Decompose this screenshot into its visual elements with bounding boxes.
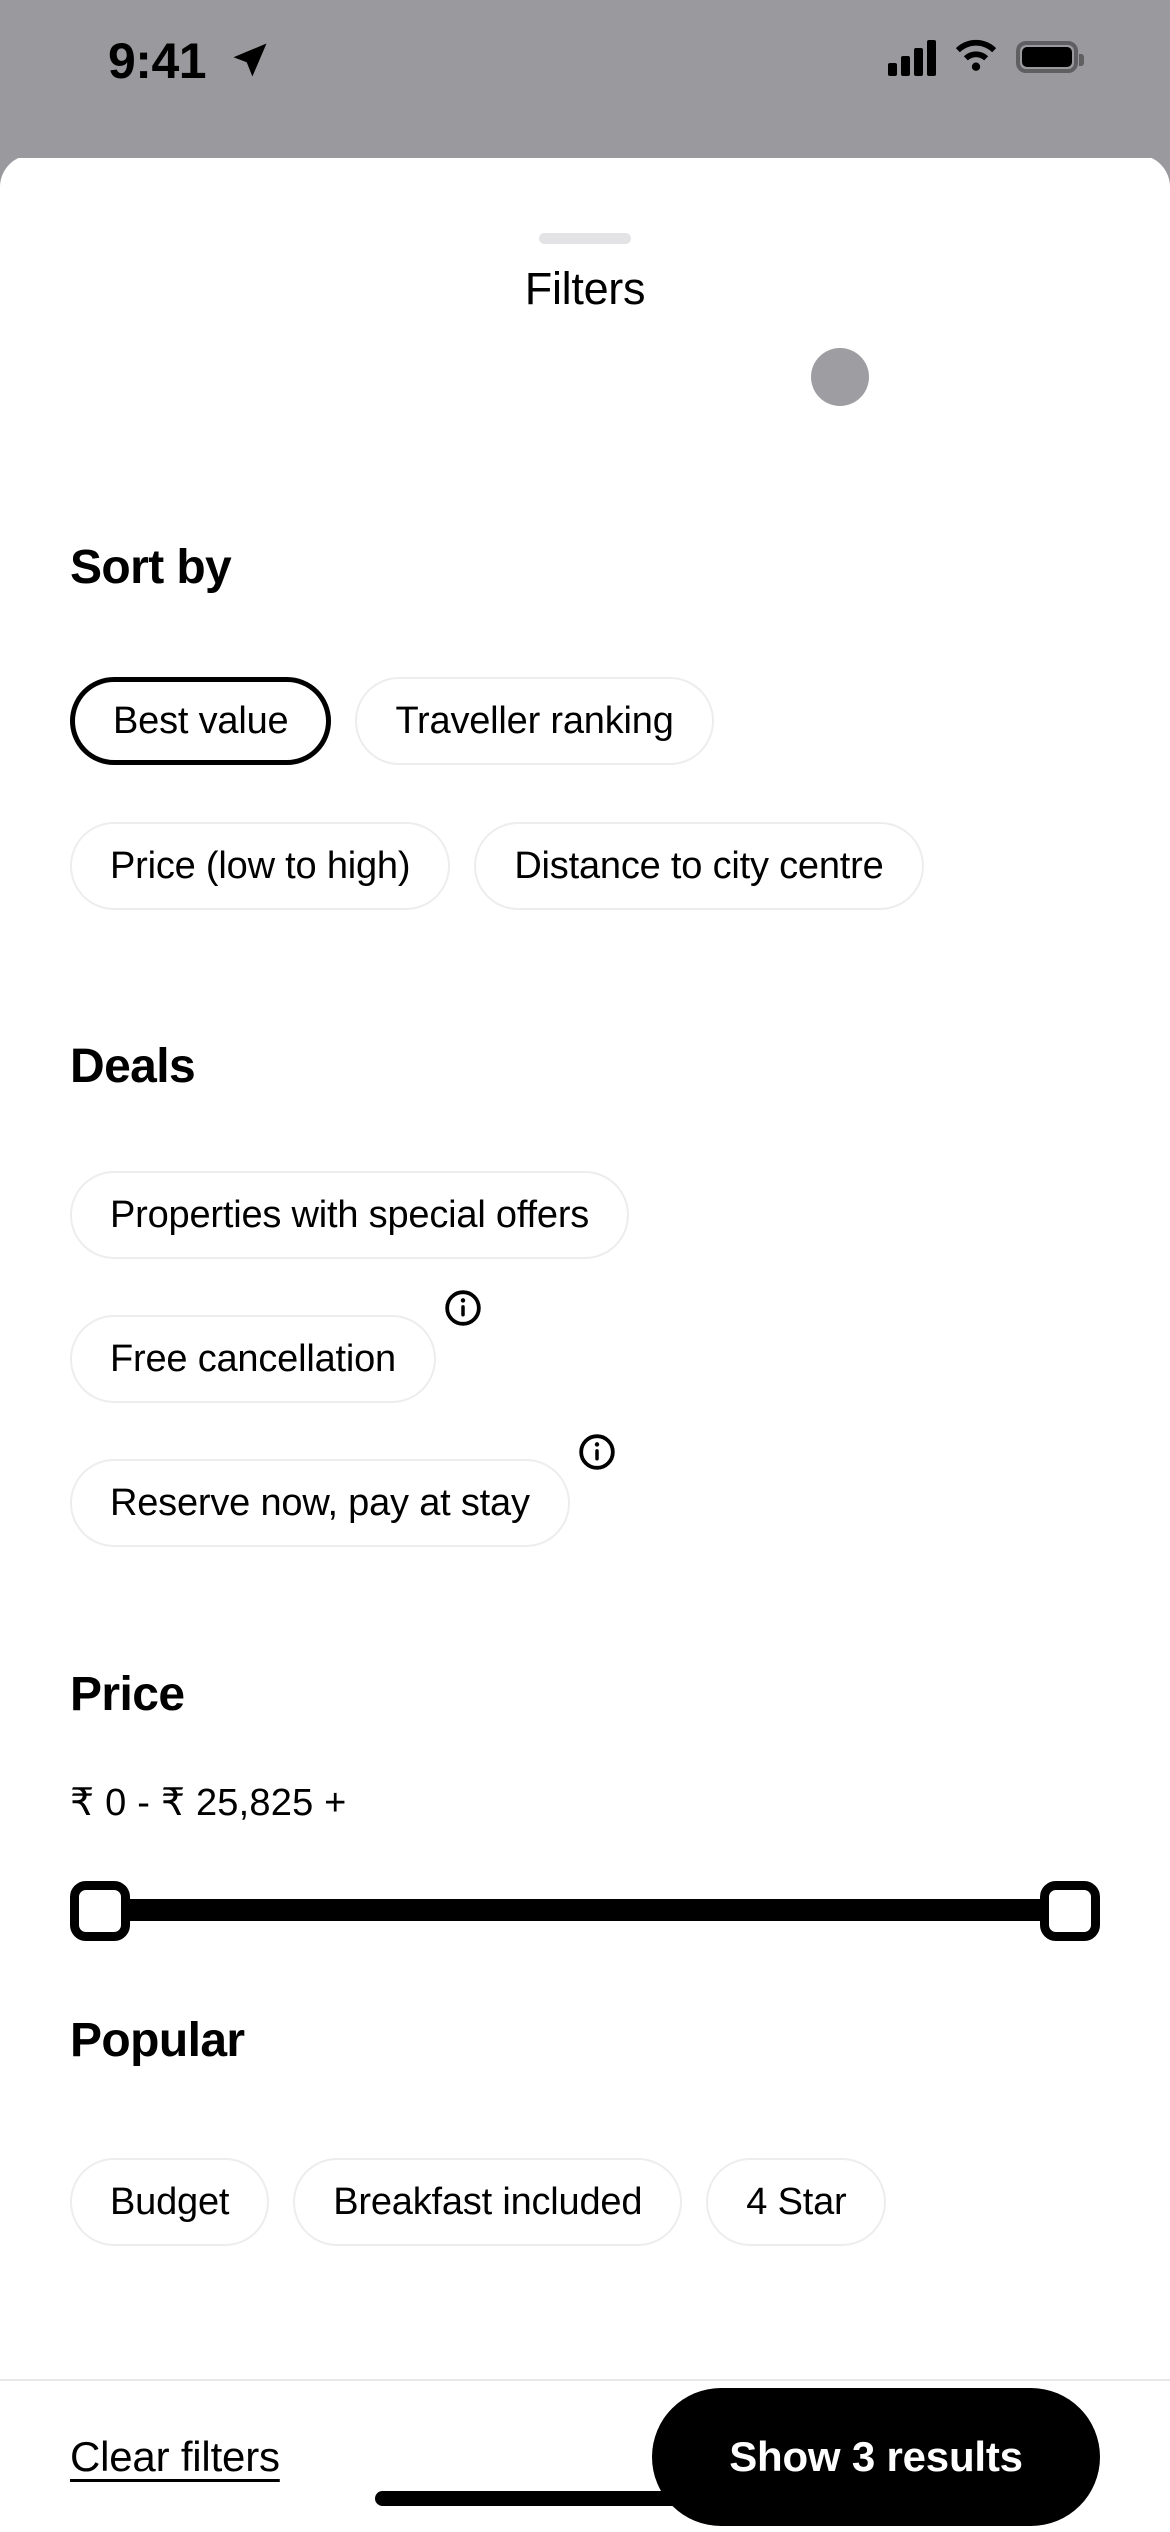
home-indicator[interactable] bbox=[375, 2491, 795, 2506]
info-icon[interactable] bbox=[578, 1433, 616, 1471]
deal-chip-properties-with-special-offers[interactable]: Properties with special offers bbox=[70, 1171, 630, 1259]
touch-indicator bbox=[811, 348, 869, 406]
deals-heading: Deals bbox=[70, 1040, 196, 1093]
status-bar: 9:41 bbox=[0, 0, 1170, 158]
sort-by-chip-row-1: Best value Traveller ranking bbox=[70, 677, 714, 765]
sort-by-chip-row-2: Price (low to high) Distance to city cen… bbox=[70, 822, 924, 910]
sort-chip-best-value[interactable]: Best value bbox=[70, 677, 332, 765]
clear-filters-link[interactable]: Clear filters bbox=[70, 2433, 280, 2481]
deal-chip-wrap-free-cancellation: Free cancellation bbox=[70, 1290, 481, 1403]
popular-chip-row: Budget Breakfast included 4 Star bbox=[70, 2158, 887, 2246]
deals-chip-row-1: Properties with special offers bbox=[70, 1171, 630, 1259]
sort-chip-traveller-ranking[interactable]: Traveller ranking bbox=[355, 677, 714, 765]
price-slider-track bbox=[104, 1899, 1066, 1921]
sort-chip-price-low-to-high[interactable]: Price (low to high) bbox=[70, 822, 451, 910]
battery-icon bbox=[1016, 41, 1084, 73]
popular-heading: Popular bbox=[70, 2014, 245, 2067]
price-slider-min-handle[interactable] bbox=[70, 1881, 130, 1941]
status-bar-icons bbox=[888, 38, 1084, 76]
price-slider-max-handle[interactable] bbox=[1040, 1881, 1100, 1941]
popular-chip-breakfast-included[interactable]: Breakfast included bbox=[293, 2158, 683, 2246]
sort-chip-distance-to-city-centre[interactable]: Distance to city centre bbox=[474, 822, 924, 910]
popular-chip-budget[interactable]: Budget bbox=[70, 2158, 270, 2246]
cellular-signal-icon bbox=[888, 38, 936, 76]
location-arrow-icon bbox=[233, 43, 267, 77]
info-icon[interactable] bbox=[444, 1289, 482, 1327]
price-range-label: ₹ 0 - ₹ 25,825 + bbox=[70, 1782, 347, 1824]
footer-action-bar: Clear filters Show 3 results bbox=[0, 2381, 1170, 2532]
deal-chip-wrap-reserve-now-pay-at-stay: Reserve now, pay at stay bbox=[70, 1434, 615, 1547]
price-heading: Price bbox=[70, 1668, 185, 1721]
deal-chip-reserve-now-pay-at-stay[interactable]: Reserve now, pay at stay bbox=[70, 1459, 570, 1547]
filters-scroll-area[interactable]: Sort by Best value Traveller ranking Pri… bbox=[0, 155, 1170, 2376]
popular-chip-4-star[interactable]: 4 Star bbox=[706, 2158, 887, 2246]
deals-chip-row-2: Free cancellation bbox=[70, 1290, 481, 1403]
sort-by-heading: Sort by bbox=[70, 541, 232, 594]
status-bar-time: 9:41 bbox=[108, 33, 207, 89]
deals-chip-row-3: Reserve now, pay at stay bbox=[70, 1434, 615, 1547]
phone-screen: 9:41 Filters Sort by Best value Travelle… bbox=[0, 0, 1170, 2532]
filters-bottom-sheet: Filters Sort by Best value Traveller ran… bbox=[0, 155, 1170, 2532]
price-range-slider[interactable] bbox=[70, 1867, 1100, 1955]
deal-chip-free-cancellation[interactable]: Free cancellation bbox=[70, 1315, 436, 1403]
wifi-icon bbox=[955, 39, 997, 71]
